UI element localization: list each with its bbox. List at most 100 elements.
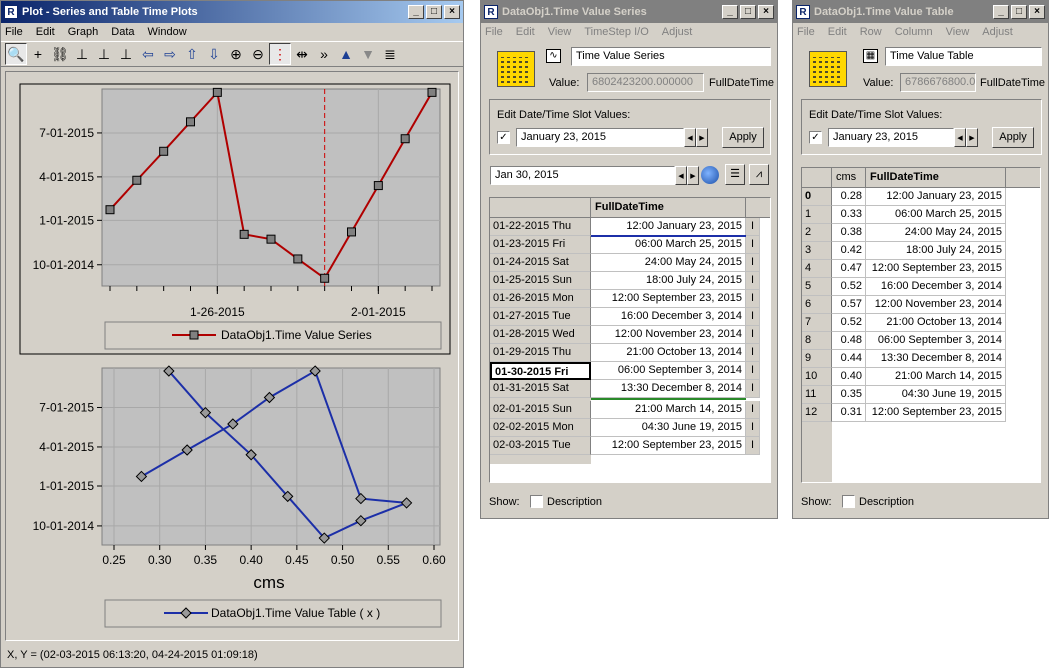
more-icon[interactable]: »	[313, 43, 335, 65]
row-date-label[interactable]: 01-29-2015 Thu	[490, 344, 591, 362]
close-icon[interactable]: ×	[444, 5, 460, 19]
row-value-cell[interactable]: 04:30 June 19, 2015	[591, 419, 746, 437]
row-value-cell[interactable]: 06:00 March 25, 2015	[591, 236, 746, 254]
edit-date-spinner[interactable]: ◀ ▶	[684, 128, 708, 147]
row-cms-cell[interactable]: 0.28	[832, 188, 866, 206]
row-index[interactable]: 0	[802, 188, 832, 206]
maximize-icon[interactable]: □	[426, 5, 442, 19]
row-datetime-cell[interactable]: 04:30 June 19, 2015	[866, 386, 1006, 404]
menu-adjust[interactable]: Adjust	[982, 26, 1013, 38]
upper-data-point[interactable]	[373, 181, 383, 191]
minimize-icon[interactable]: _	[993, 5, 1009, 19]
table-title-bar[interactable]: R DataObj1.Time Value Table _ □ ×	[793, 1, 1048, 23]
row-date-label[interactable]: 01-25-2015 Sun	[490, 272, 591, 290]
axis-r-icon[interactable]: ⊥	[93, 43, 115, 65]
row-flag-cell[interactable]: I	[746, 236, 760, 254]
zoom-out-icon[interactable]: ⊖	[247, 43, 269, 65]
row-datetime-cell[interactable]: 12:00 September 23, 2015	[866, 404, 1006, 422]
nav-date-spinner[interactable]: ◀ ▶	[675, 166, 699, 185]
row-index[interactable]: 2	[802, 224, 832, 242]
edit-date-field[interactable]: January 23, 2015	[516, 128, 684, 147]
menu-column[interactable]: Column	[895, 26, 933, 38]
row-date-label[interactable]: 01-23-2015 Fri	[490, 236, 591, 254]
plot-svg[interactable]: 10-01-2014 1-01-2015 4-01-2015 7-01-2015 1-…	[6, 72, 458, 640]
edit-slot-checkbox[interactable]: ✓	[809, 131, 822, 144]
row-value-cell[interactable]: 12:00 November 23, 2014	[591, 326, 746, 344]
edit-slot-checkbox[interactable]: ✓	[497, 131, 510, 144]
row-cms-cell[interactable]: 0.44	[832, 350, 866, 368]
row-flag-cell[interactable]: I	[746, 401, 760, 419]
row-datetime-cell[interactable]: 12:00 November 23, 2014	[866, 296, 1006, 314]
row-value-cell[interactable]: 13:30 December 8, 2014	[591, 380, 746, 398]
row-index[interactable]: 11	[802, 386, 832, 404]
upper-data-point[interactable]	[427, 87, 437, 97]
row-flag-cell[interactable]: I	[746, 218, 760, 236]
row-flag-cell[interactable]: I	[746, 272, 760, 290]
row-date-label[interactable]: 01-24-2015 Sat	[490, 254, 591, 272]
description-checkbox[interactable]	[842, 495, 855, 508]
series-title-bar[interactable]: R DataObj1.Time Value Series _ □ ×	[481, 1, 777, 23]
arrow-right-icon[interactable]: ⇨	[159, 43, 181, 65]
row-datetime-cell[interactable]: 13:30 December 8, 2014	[866, 350, 1006, 368]
row-index[interactable]: 12	[802, 404, 832, 422]
menu-edit[interactable]: Edit	[516, 26, 535, 38]
zoom-in-icon[interactable]: ⊕	[225, 43, 247, 65]
arrow-left-icon[interactable]: ⇦	[137, 43, 159, 65]
upper-data-point[interactable]	[347, 227, 356, 237]
table-view-icon[interactable]: ☰	[725, 164, 745, 185]
row-date-label[interactable]: 01-22-2015 Thu	[490, 218, 591, 236]
row-index[interactable]: 10	[802, 368, 832, 386]
row-cms-cell[interactable]: 0.48	[832, 332, 866, 350]
menu-view[interactable]: View	[946, 26, 970, 38]
series-name-field[interactable]: Time Value Series	[571, 47, 771, 66]
apply-button[interactable]: Apply	[992, 127, 1034, 148]
chart-down-icon[interactable]: ▼	[357, 43, 379, 65]
row-index[interactable]: 8	[802, 332, 832, 350]
cursor-line-icon[interactable]: ⋮	[269, 43, 291, 65]
row-datetime-cell[interactable]: 21:00 March 14, 2015	[866, 368, 1006, 386]
apply-button[interactable]: Apply	[722, 127, 764, 148]
upper-data-point[interactable]	[212, 87, 222, 97]
plot-title-bar[interactable]: R Plot - Series and Table Time Plots _ □…	[1, 1, 463, 23]
row-index[interactable]: 9	[802, 350, 832, 368]
menu-file[interactable]: File	[5, 26, 23, 38]
upper-data-point[interactable]	[293, 254, 303, 264]
row-value-cell[interactable]: 16:00 December 3, 2014	[591, 308, 746, 326]
row-cms-cell[interactable]: 0.52	[832, 314, 866, 332]
row-date-label[interactable]: 02-02-2015 Mon	[490, 419, 591, 437]
menu-timestep-io[interactable]: TimeStep I/O	[584, 26, 648, 38]
row-flag-cell[interactable]: I	[746, 344, 760, 362]
row-date-label[interactable]: 02-01-2015 Sun	[490, 401, 591, 419]
row-cms-cell[interactable]: 0.35	[832, 386, 866, 404]
upper-data-point[interactable]	[132, 175, 142, 185]
upper-data-point[interactable]	[105, 205, 115, 215]
row-flag-cell[interactable]: I	[746, 326, 760, 344]
row-cms-cell[interactable]: 0.33	[832, 206, 866, 224]
menu-data[interactable]: Data	[111, 26, 134, 38]
upper-data-point[interactable]	[266, 234, 276, 244]
series-grid[interactable]: FullDateTime 01-22-2015 Thu 12:00 January…	[489, 197, 771, 483]
row-cms-cell[interactable]: 0.38	[832, 224, 866, 242]
arrow-up-icon[interactable]: ⇧	[181, 43, 203, 65]
row-index[interactable]: 1	[802, 206, 832, 224]
plot-view-icon[interactable]: ⩘	[749, 164, 769, 185]
upper-plot-bg[interactable]	[101, 88, 441, 287]
row-date-label[interactable]: 01-26-2015 Mon	[490, 290, 591, 308]
row-cms-cell[interactable]: 0.42	[832, 242, 866, 260]
menu-graph[interactable]: Graph	[68, 26, 99, 38]
table-name-field[interactable]: Time Value Table	[885, 47, 1042, 66]
row-index[interactable]: 3	[802, 242, 832, 260]
upper-data-point[interactable]	[239, 229, 249, 239]
row-flag-cell[interactable]: I	[746, 437, 760, 455]
row-value-cell[interactable]: 12:00 January 23, 2015	[591, 218, 746, 236]
row-flag-cell[interactable]: I	[746, 308, 760, 326]
cursor-move-icon[interactable]: ⇹	[291, 43, 313, 65]
row-date-label[interactable]: 01-28-2015 Wed	[490, 326, 591, 344]
close-icon[interactable]: ×	[1029, 5, 1045, 19]
edit-date-spinner[interactable]: ◀ ▶	[954, 128, 978, 147]
row-flag-cell[interactable]: I	[746, 290, 760, 308]
row-date-label[interactable]: 01-31-2015 Sat	[490, 380, 591, 398]
row-value-cell[interactable]: 06:00 September 3, 2014	[591, 362, 746, 380]
row-datetime-cell[interactable]: 24:00 May 24, 2015	[866, 224, 1006, 242]
row-value-cell[interactable]: 18:00 July 24, 2015	[591, 272, 746, 290]
